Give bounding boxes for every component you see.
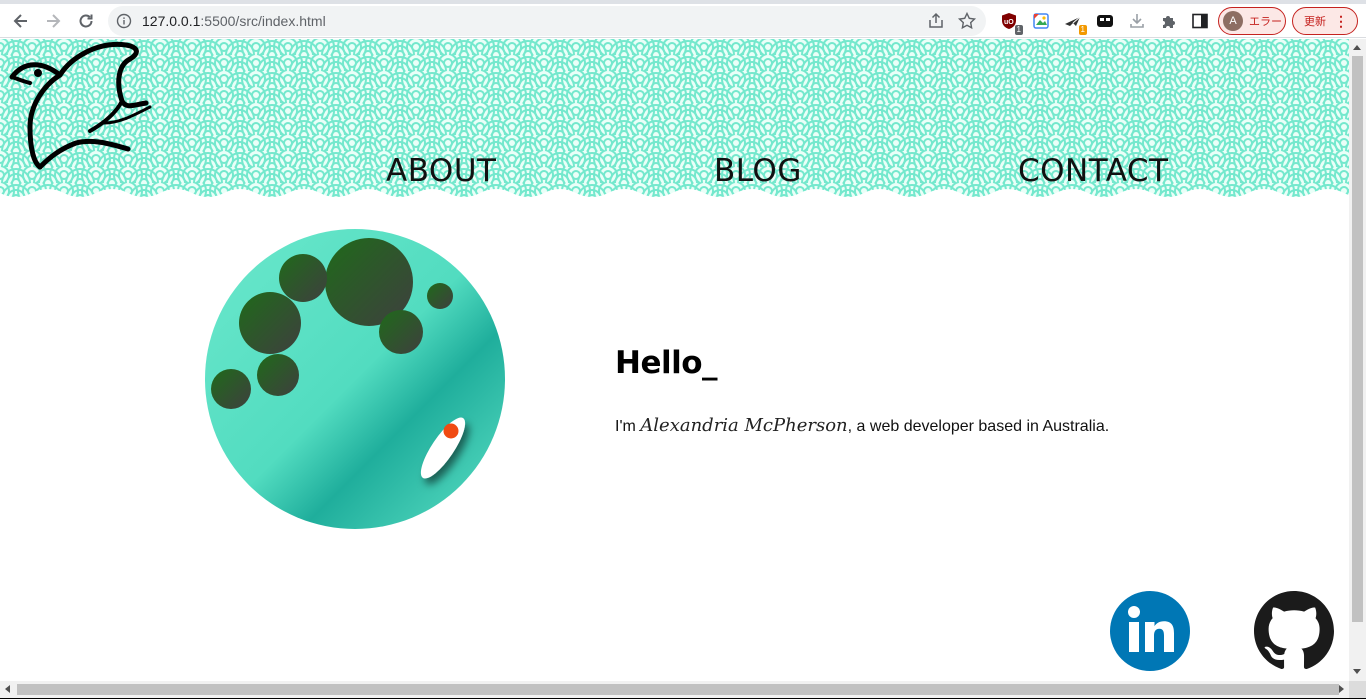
bird-logo[interactable]	[4, 39, 156, 173]
plane-extension-button[interactable]: 1	[1064, 12, 1087, 35]
side-panel-button[interactable]	[1191, 12, 1209, 30]
url-host: 127.0.0.1	[142, 13, 201, 29]
ublock-extension-button[interactable]: uO 1	[1000, 12, 1023, 35]
vertical-scrollbar[interactable]	[1349, 39, 1366, 681]
vertical-scroll-thumb[interactable]	[1352, 56, 1363, 622]
scroll-left-icon[interactable]	[5, 685, 10, 693]
more-vert-icon: ⋮	[1334, 13, 1348, 29]
greeting-heading: Hello_	[615, 345, 718, 381]
tab-icon	[1097, 15, 1113, 27]
update-label: 更新	[1304, 15, 1326, 28]
info-icon[interactable]	[116, 13, 132, 29]
tab-extension-button[interactable]	[1096, 12, 1114, 30]
arrow-left-icon	[13, 14, 27, 28]
avatar: A	[1223, 11, 1243, 31]
browser-toolbar: 127.0.0.1:5500/src/index.html uO 1 1 A エ…	[0, 4, 1366, 38]
reload-icon	[79, 14, 93, 28]
github-icon	[1254, 591, 1334, 670]
download-icon	[1130, 14, 1144, 28]
planet-illustration	[205, 229, 505, 529]
url-text[interactable]: 127.0.0.1:5500/src/index.html	[142, 13, 326, 29]
horizontal-scroll-thumb[interactable]	[17, 684, 1339, 695]
scroll-down-icon[interactable]	[1353, 669, 1361, 674]
intro-suffix: , a web developer based in Australia.	[847, 418, 1110, 435]
scroll-right-icon[interactable]	[1339, 685, 1344, 693]
update-button[interactable]: 更新 ⋮	[1292, 7, 1358, 35]
linkedin-link[interactable]	[1110, 591, 1190, 671]
forward-button[interactable]	[40, 8, 66, 34]
github-link[interactable]	[1254, 591, 1334, 671]
nav-link-blog[interactable]: BLOG	[714, 153, 802, 189]
profile-error-label: エラー	[1249, 15, 1282, 28]
profile-button[interactable]: A エラー	[1218, 7, 1286, 35]
page-viewport: ABOUT BLOG CONTACT Hello_ I'm Alexandria…	[0, 39, 1349, 681]
address-bar[interactable]: 127.0.0.1:5500/src/index.html	[108, 6, 986, 36]
ublock-badge: 1	[1014, 25, 1023, 35]
intro-text: I'm Alexandria McPherson, a web develope…	[615, 415, 1109, 436]
palette-icon	[1033, 13, 1049, 29]
horizontal-scrollbar[interactable]	[0, 681, 1349, 698]
puzzle-icon	[1163, 16, 1175, 28]
back-button[interactable]	[8, 8, 34, 34]
nav-link-contact[interactable]: CONTACT	[1018, 153, 1169, 189]
arrow-right-icon	[47, 14, 61, 28]
intro-prefix: I'm	[615, 418, 641, 435]
side-panel-icon	[1192, 13, 1208, 29]
url-path: :5500/src/index.html	[200, 13, 326, 29]
extensions-button[interactable]	[1160, 12, 1178, 30]
scrollbar-corner	[1349, 681, 1366, 698]
svg-text:uO: uO	[1004, 19, 1014, 26]
reload-button[interactable]	[73, 8, 99, 34]
linkedin-icon	[1110, 591, 1190, 671]
author-name: Alexandria McPherson	[640, 415, 848, 436]
scroll-up-icon[interactable]	[1353, 45, 1361, 50]
download-extension-button[interactable]	[1128, 12, 1146, 30]
share-icon[interactable]	[926, 11, 946, 31]
intro-section: Hello_ I'm Alexandria McPherson, a web d…	[615, 345, 1109, 436]
star-icon[interactable]	[957, 11, 977, 31]
color-extension-button[interactable]	[1032, 12, 1050, 30]
plane-badge: 1	[1078, 25, 1087, 35]
site-header: ABOUT BLOG CONTACT	[0, 39, 1349, 199]
nav-link-about[interactable]: ABOUT	[386, 153, 496, 189]
